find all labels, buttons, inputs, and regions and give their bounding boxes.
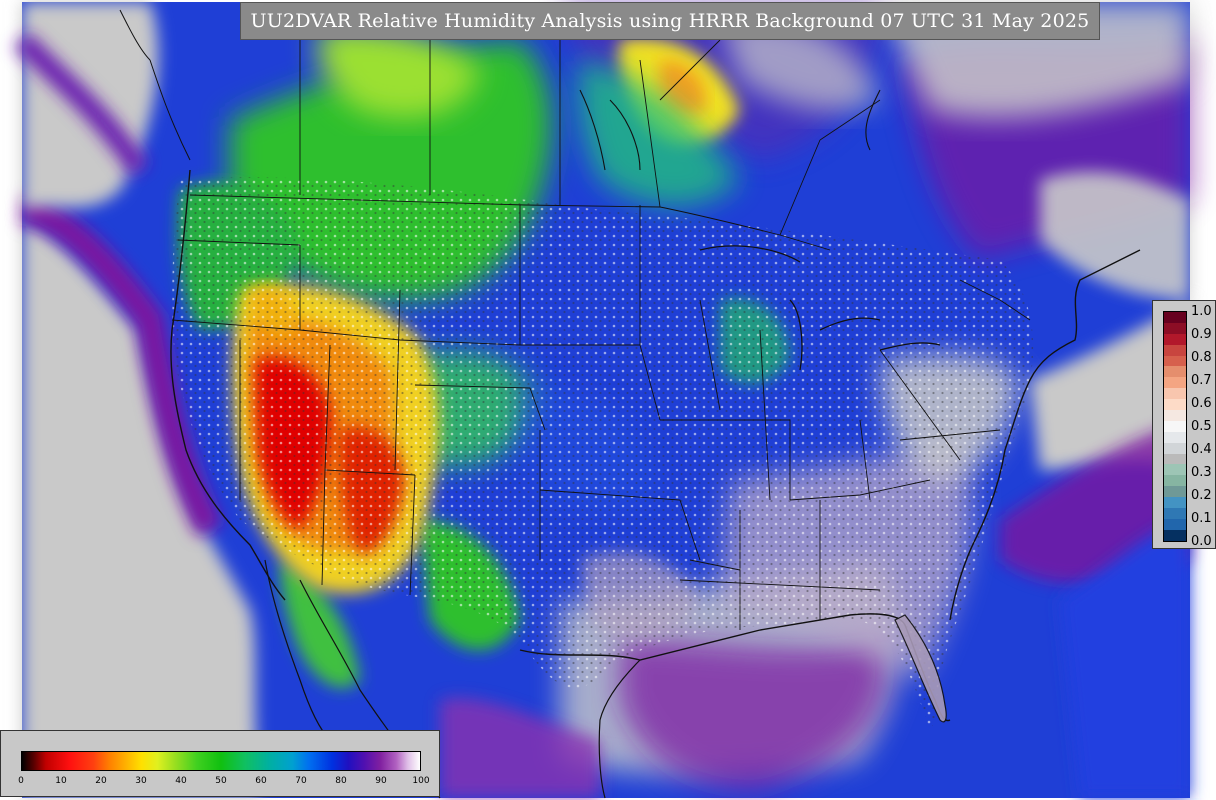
colorbar-swatch (1164, 399, 1186, 411)
colorbar-tick: 70 (295, 776, 307, 786)
humidity-colorbar-gradient (21, 751, 421, 771)
colorbar-swatch (1164, 322, 1186, 334)
colorbar-swatch (1164, 366, 1186, 378)
colorbar-tick: 60 (255, 776, 267, 786)
colorbar-label: 0.9 (1191, 327, 1212, 342)
colorbar-swatch (1164, 388, 1186, 400)
colorbar-tick: 20 (95, 776, 107, 786)
colorbar-label: 0.5 (1191, 419, 1212, 434)
colorbar-tick: 40 (175, 776, 187, 786)
map-title: UU2DVAR Relative Humidity Analysis using… (240, 2, 1100, 40)
colorbar-swatch (1164, 333, 1186, 345)
colorbar-label: 0.7 (1191, 373, 1212, 388)
colorbar-tick: 50 (215, 776, 227, 786)
colorbar-label: 0.6 (1191, 396, 1212, 411)
uncertainty-colorbar: 1.0 0.9 0.8 0.7 0.6 0.5 0.4 0.3 0.2 0.1 … (1152, 300, 1216, 549)
colorbar-label: 0.2 (1191, 488, 1212, 503)
colorbar-label: 1.0 (1191, 304, 1212, 319)
colorbar-tick: 80 (335, 776, 347, 786)
colorbar-tick: 100 (412, 776, 430, 786)
colorbar-swatch (1164, 431, 1186, 443)
colorbar-swatch (1164, 475, 1186, 487)
colorbar-swatch (1164, 442, 1186, 454)
colorbar-swatch (1164, 453, 1186, 465)
colorbar-tick: 90 (375, 776, 387, 786)
colorbar-swatch (1164, 355, 1186, 367)
colorbar-swatch (1164, 464, 1186, 476)
colorbar-swatch (1164, 508, 1186, 519)
colorbar-swatch (1164, 420, 1186, 432)
colorbar-swatch (1164, 529, 1186, 541)
colorbar-label: 0.0 (1191, 534, 1212, 549)
colorbar-swatch (1164, 312, 1186, 323)
colorbar-swatch (1164, 377, 1186, 389)
uncertainty-colorbar-swatches (1163, 311, 1187, 542)
colorbar-label: 0.3 (1191, 465, 1212, 480)
colorbar-label: 0.8 (1191, 350, 1212, 365)
colorbar-label: 0.4 (1191, 442, 1212, 457)
humidity-map (14, 2, 1190, 799)
colorbar-tick: 30 (135, 776, 147, 786)
colorbar-label: 0.1 (1191, 511, 1212, 526)
colorbar-swatch (1164, 344, 1186, 356)
colorbar-tick: 10 (55, 776, 67, 786)
colorbar-swatch (1164, 486, 1186, 498)
map-title-text: UU2DVAR Relative Humidity Analysis using… (250, 10, 1090, 32)
colorbar-tick: 0 (18, 776, 24, 786)
humidity-colorbar: 0 10 20 30 40 50 60 70 80 90 100 (0, 730, 440, 797)
colorbar-swatch (1164, 497, 1186, 509)
colorbar-swatch (1164, 410, 1186, 421)
colorbar-swatch (1164, 518, 1186, 530)
